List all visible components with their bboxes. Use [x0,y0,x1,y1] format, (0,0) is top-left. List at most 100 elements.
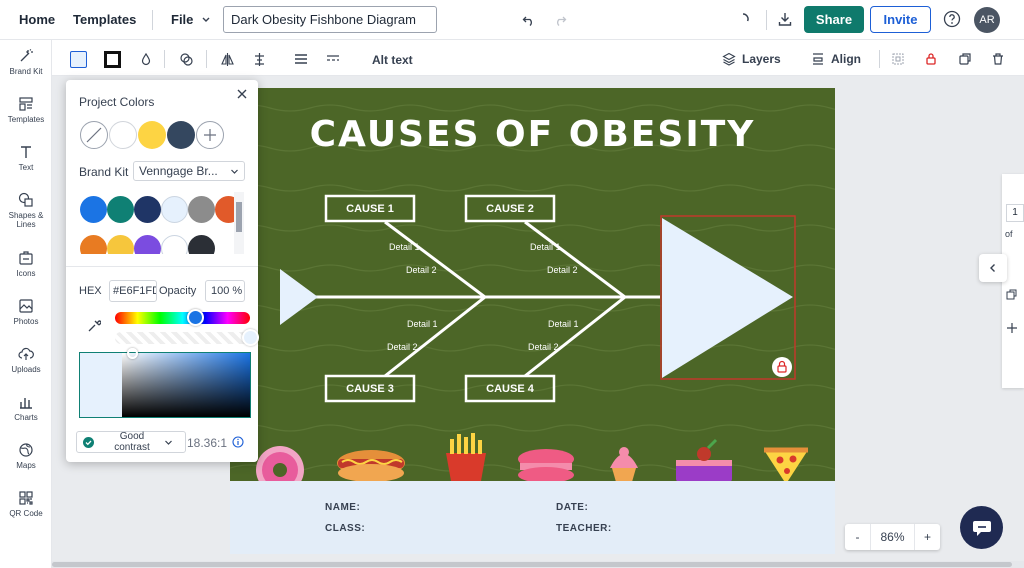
trash-icon[interactable] [991,52,1005,66]
cause-label-1[interactable]: CAUSE 1 [326,203,414,215]
detail-label[interactable]: Detail 2 [547,265,578,275]
sidebar-item-qr-code[interactable]: QR Code [0,490,52,518]
duplicate-icon[interactable] [958,52,972,66]
brand-color-swatch[interactable] [107,196,134,223]
no-color-swatch[interactable] [80,121,108,149]
sidebar-item-label: Text [18,163,34,172]
zoom-in-button[interactable]: + [914,524,940,550]
templates-link[interactable]: Templates [73,12,136,27]
group-icon[interactable] [891,52,905,66]
canvas-footer-band[interactable]: NAME: CLASS: DATE: TEACHER: [230,481,835,554]
add-page-icon[interactable] [1006,322,1018,334]
cause-label-4[interactable]: CAUSE 4 [466,383,554,395]
hue-slider-handle[interactable] [187,309,204,326]
saturation-handle[interactable] [127,348,138,359]
sidebar-item-label: Brand Kit [9,67,43,76]
alt-text-button[interactable]: Alt text [372,53,413,67]
contrast-indicator[interactable]: Good contrast [76,431,186,453]
flip-horizontal-icon[interactable] [220,52,235,67]
name-label[interactable]: NAME: [325,502,360,513]
sidebar-item-icons[interactable]: Icons [0,250,52,278]
file-menu[interactable]: File [171,12,211,27]
brand-color-swatch[interactable] [80,235,107,254]
project-color-swatch[interactable] [109,121,137,149]
chart-icon [20,398,32,409]
hue-slider[interactable] [115,312,250,324]
brand-color-swatch[interactable] [188,196,215,223]
info-icon[interactable] [232,436,244,448]
download-icon[interactable] [777,11,793,27]
add-color-button[interactable] [196,121,224,149]
zoom-control: - 86% + [845,524,940,550]
help-icon[interactable] [943,10,961,28]
horizontal-scrollbar[interactable] [52,561,1024,568]
fill-color-button[interactable] [70,51,87,68]
detail-label[interactable]: Detail 1 [389,242,420,252]
brand-color-swatch[interactable] [107,235,134,254]
avatar[interactable]: AR [974,7,1000,33]
chat-support-button[interactable] [960,506,1003,549]
opacity-slider[interactable] [115,332,250,344]
canvas-title[interactable]: CAUSES OF OBESITY [230,114,835,155]
cause-label-2[interactable]: CAUSE 2 [466,203,554,215]
qr-icon [19,491,33,505]
zoom-out-button[interactable]: - [845,524,871,550]
undo-icon[interactable] [522,13,536,27]
date-label[interactable]: DATE: [556,502,588,513]
sidebar-item-uploads[interactable]: Uploads [0,346,52,374]
sidebar-item-shapes[interactable]: Shapes & Lines [0,192,52,229]
home-link[interactable]: Home [19,12,55,27]
redo-icon[interactable] [553,13,567,27]
class-label[interactable]: CLASS: [325,523,365,534]
sidebar-item-templates[interactable]: Templates [0,96,52,124]
brand-color-swatch[interactable] [161,196,188,223]
opacity-input[interactable]: 100 % [205,280,245,302]
opacity-slider-handle[interactable] [242,329,259,346]
lock-badge[interactable] [772,357,792,377]
detail-label[interactable]: Detail 2 [406,265,437,275]
detail-label[interactable]: Detail 2 [528,342,559,352]
brand-colors-scrollbar[interactable] [234,192,244,254]
sidebar-item-charts[interactable]: Charts [0,394,52,422]
layers-button[interactable]: Layers [722,52,781,66]
teacher-label[interactable]: TEACHER: [556,523,612,534]
eyedropper-icon[interactable] [87,319,101,333]
lock-icon[interactable] [924,52,938,66]
sidebar-item-brand-kit[interactable]: Brand Kit [0,48,52,76]
line-weight-icon[interactable] [294,53,308,65]
collapse-pages-button[interactable] [979,254,1007,282]
brand-color-swatch[interactable] [80,196,107,223]
fish-head-shape[interactable] [662,218,793,378]
detail-label[interactable]: Detail 1 [548,319,579,329]
effects-icon[interactable] [179,52,194,67]
project-color-swatch[interactable] [138,121,166,149]
opacity-drop-icon[interactable] [139,52,153,66]
line-style-icon[interactable] [326,53,340,65]
brand-color-swatch[interactable] [161,235,188,254]
zoom-level[interactable]: 86% [871,524,914,550]
brand-color-swatch[interactable] [134,235,161,254]
page-number-input[interactable]: 1 [1006,204,1024,222]
brand-color-swatch[interactable] [134,196,161,223]
detail-label[interactable]: Detail 2 [387,342,418,352]
share-button[interactable]: Share [804,6,864,33]
invite-button[interactable]: Invite [870,6,931,33]
sidebar-item-text[interactable]: Text [0,144,52,172]
cause-label-3[interactable]: CAUSE 3 [326,383,414,395]
detail-label[interactable]: Detail 1 [407,319,438,329]
project-color-swatch[interactable] [167,121,195,149]
close-icon[interactable] [236,88,248,100]
hex-input[interactable]: #E6F1FD [109,280,157,302]
sidebar-item-maps[interactable]: Maps [0,442,52,470]
brand-kit-select[interactable]: Venngage Br... [133,161,245,181]
detail-label[interactable]: Detail 1 [530,242,561,252]
sidebar-item-photos[interactable]: Photos [0,298,52,326]
document-title-input[interactable]: Dark Obesity Fishbone Diagram [223,6,437,33]
saturation-area[interactable] [122,353,250,417]
zoom-unit: % [893,530,905,544]
align-center-icon[interactable] [252,52,267,67]
align-button[interactable]: Align [811,52,861,66]
duplicate-page-icon[interactable] [1006,289,1018,301]
brand-color-swatch[interactable] [188,235,215,254]
border-color-button[interactable] [104,51,121,68]
